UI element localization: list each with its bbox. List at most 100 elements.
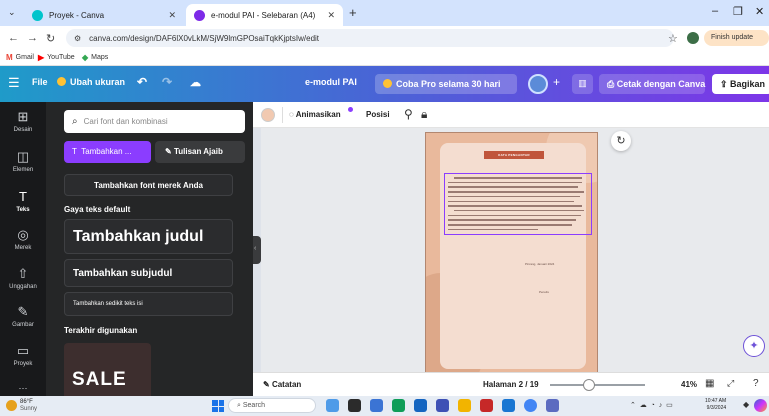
crown-icon bbox=[57, 77, 66, 86]
bookmark-youtube[interactable]: ▶ YouTube bbox=[38, 53, 75, 62]
rail-item-merek[interactable]: ◎ Merek bbox=[0, 228, 46, 252]
toolbar-divider bbox=[282, 107, 283, 123]
folder-icon: ▭ bbox=[16, 343, 30, 358]
site-info-icon[interactable]: ⚙ bbox=[74, 34, 81, 43]
taskbar-app-icon[interactable] bbox=[326, 399, 339, 412]
notes-button[interactable]: ✎ Catatan bbox=[263, 380, 301, 389]
finish-update-button[interactable]: Finish update bbox=[704, 30, 769, 46]
rail-item-unggahan[interactable]: ⇧ Unggahan bbox=[0, 267, 46, 291]
canva-favicon-icon bbox=[32, 9, 43, 21]
taskbar-app-icon[interactable] bbox=[480, 399, 493, 412]
recent-text-style-sale[interactable]: SALE bbox=[64, 343, 151, 396]
animate-button[interactable]: ◌ Animasikan bbox=[289, 110, 341, 119]
bookmark-maps[interactable]: ◆ Maps bbox=[82, 53, 108, 62]
position-button[interactable]: Posisi bbox=[366, 110, 390, 119]
document-title[interactable]: e-modul PAI bbox=[305, 77, 357, 87]
taskbar-app-icon[interactable] bbox=[414, 399, 427, 412]
taskbar-app-icon[interactable] bbox=[546, 399, 559, 412]
bookmark-star-icon[interactable]: ☆ bbox=[668, 32, 678, 45]
page-indicator[interactable]: Halaman 2 / 19 bbox=[483, 380, 539, 389]
add-heading-button[interactable]: Tambahkan judul bbox=[64, 219, 233, 254]
tab-search-chevron-icon[interactable]: ⌄ bbox=[8, 7, 16, 18]
close-tab-icon[interactable]: ✕ bbox=[168, 10, 176, 21]
copy-style-paint-icon[interactable]: ⚲ bbox=[404, 107, 413, 121]
help-icon[interactable]: ? bbox=[753, 378, 759, 389]
rail-item-desain[interactable]: ⊞ Desain bbox=[0, 110, 46, 134]
text-line bbox=[448, 205, 582, 207]
maximize-icon[interactable]: ❐ bbox=[733, 5, 743, 18]
rail-item-teks[interactable]: T Teks bbox=[0, 190, 46, 214]
magic-assistant-icon[interactable]: ✦ bbox=[743, 335, 765, 357]
taskbar-app-icon[interactable] bbox=[392, 399, 405, 412]
tab-title: e-modul PAI - Selebaran (A4) bbox=[211, 10, 316, 20]
add-body-text-button[interactable]: Tambahkan sedikit teks isi bbox=[64, 292, 233, 316]
rail-more-icon[interactable]: ⋯ bbox=[0, 381, 46, 395]
page-heading[interactable]: KATA PENGANTAR bbox=[484, 151, 544, 159]
taskbar-app-icon[interactable] bbox=[348, 399, 361, 412]
close-window-icon[interactable]: ✕ bbox=[755, 5, 764, 18]
menu-icon[interactable]: ☰ bbox=[8, 75, 20, 91]
rail-item-elemen[interactable]: ◫ Elemen bbox=[0, 150, 46, 174]
file-menu[interactable]: File bbox=[32, 77, 48, 87]
taskbar-app-icon[interactable] bbox=[436, 399, 449, 412]
chrome-icon[interactable] bbox=[524, 399, 537, 412]
grid-view-icon[interactable]: ▦ bbox=[705, 378, 714, 389]
print-icon: ⎙ bbox=[607, 79, 617, 89]
fullscreen-icon[interactable]: ⤢ bbox=[727, 378, 734, 389]
taskbar-app-icon[interactable] bbox=[458, 399, 471, 412]
place-date-text[interactable]: Pinrang, Januari 2024 bbox=[525, 262, 554, 266]
cloud-save-icon[interactable]: ☁ bbox=[190, 76, 201, 89]
text-panel: ⌕ Cari font dan kombinasi T Tambahkan ..… bbox=[46, 102, 253, 396]
pro-trial-button[interactable]: Coba Pro selama 30 hari bbox=[375, 74, 517, 94]
add-collaborator-icon[interactable]: + bbox=[553, 75, 560, 89]
undo-icon[interactable]: ↶ bbox=[137, 75, 147, 89]
os-taskbar: 86°F Sunny ⌕ Search ⌃ ☁ ◔ ♪ ▭ 10:47 AM 9… bbox=[0, 396, 769, 416]
close-tab-icon[interactable]: ✕ bbox=[327, 10, 335, 21]
zoom-slider[interactable] bbox=[550, 384, 645, 386]
signer-text[interactable]: Penulis bbox=[539, 290, 549, 294]
user-avatar[interactable] bbox=[528, 74, 548, 94]
url-field[interactable]: ⚙ canva.com/design/DAF6lX0vLkM/SjW9lmGPO… bbox=[66, 29, 674, 47]
font-search-input[interactable]: ⌕ Cari font dan kombinasi bbox=[64, 110, 245, 133]
resize-button[interactable]: Ubah ukuran bbox=[57, 77, 125, 87]
tab-e-modul[interactable]: e-modul PAI - Selebaran (A4) ✕ bbox=[186, 4, 343, 26]
tab-proyek-canva[interactable]: Proyek - Canva ✕ bbox=[24, 4, 184, 26]
system-tray[interactable]: ⌃ ☁ ◔ ♪ ▭ bbox=[630, 401, 673, 409]
zoom-level[interactable]: 41% bbox=[681, 380, 697, 389]
new-tab-icon[interactable]: + bbox=[349, 5, 357, 20]
profile-avatar[interactable] bbox=[687, 32, 699, 44]
search-icon: ⌕ bbox=[72, 116, 78, 127]
taskbar-app-icon[interactable] bbox=[502, 399, 515, 412]
weather-widget[interactable]: 86°F Sunny bbox=[6, 398, 66, 414]
add-brand-fonts-button[interactable]: Tambahkan font merek Anda bbox=[64, 174, 233, 196]
zoom-slider-knob[interactable] bbox=[582, 379, 595, 391]
design-page[interactable]: KATA PENGANTAR Pinrang, Januari 2024 Pen… bbox=[425, 132, 598, 372]
text-line bbox=[448, 181, 582, 184]
background-color-swatch[interactable] bbox=[261, 108, 275, 122]
notification-bell-icon[interactable]: ◆ bbox=[743, 400, 749, 409]
share-button[interactable]: ⇪ Bagikan bbox=[712, 74, 769, 94]
forward-icon[interactable]: → bbox=[27, 32, 38, 44]
reload-icon[interactable]: ↻ bbox=[46, 32, 55, 45]
taskbar-app-icon[interactable] bbox=[370, 399, 383, 412]
text-line bbox=[448, 219, 576, 221]
copilot-icon[interactable] bbox=[754, 399, 767, 412]
design-canvas[interactable]: KATA PENGANTAR Pinrang, Januari 2024 Pen… bbox=[261, 128, 769, 372]
taskbar-clock[interactable]: 10:47 AM 9/3/2024 bbox=[705, 398, 726, 412]
bookmark-gmail[interactable]: M Gmail bbox=[6, 53, 34, 62]
back-icon[interactable]: ← bbox=[8, 32, 19, 44]
redo-icon[interactable]: ↷ bbox=[162, 75, 172, 89]
add-subheading-button[interactable]: Tambahkan subjudul bbox=[64, 259, 233, 287]
taskbar-search[interactable]: ⌕ Search bbox=[228, 398, 316, 413]
insights-chart-icon[interactable]: ▥ bbox=[572, 74, 593, 94]
start-windows-icon[interactable] bbox=[212, 400, 224, 412]
rotate-icon[interactable]: ↻ bbox=[611, 131, 631, 151]
collapse-panel-chevron-icon[interactable]: ‹ bbox=[253, 236, 261, 264]
add-text-button[interactable]: T Tambahkan ... bbox=[64, 141, 151, 163]
rail-item-gambar[interactable]: ✎ Gambar bbox=[0, 305, 46, 329]
magic-write-button[interactable]: ✎ Tulisan Ajaib bbox=[155, 141, 245, 163]
lock-icon[interactable]: 🔒︎ bbox=[421, 107, 427, 122]
minimize-icon[interactable]: – bbox=[712, 5, 718, 17]
rail-item-proyek[interactable]: ▭ Proyek bbox=[0, 343, 46, 368]
print-button[interactable]: ⎙ Cetak dengan Canva bbox=[599, 74, 705, 94]
